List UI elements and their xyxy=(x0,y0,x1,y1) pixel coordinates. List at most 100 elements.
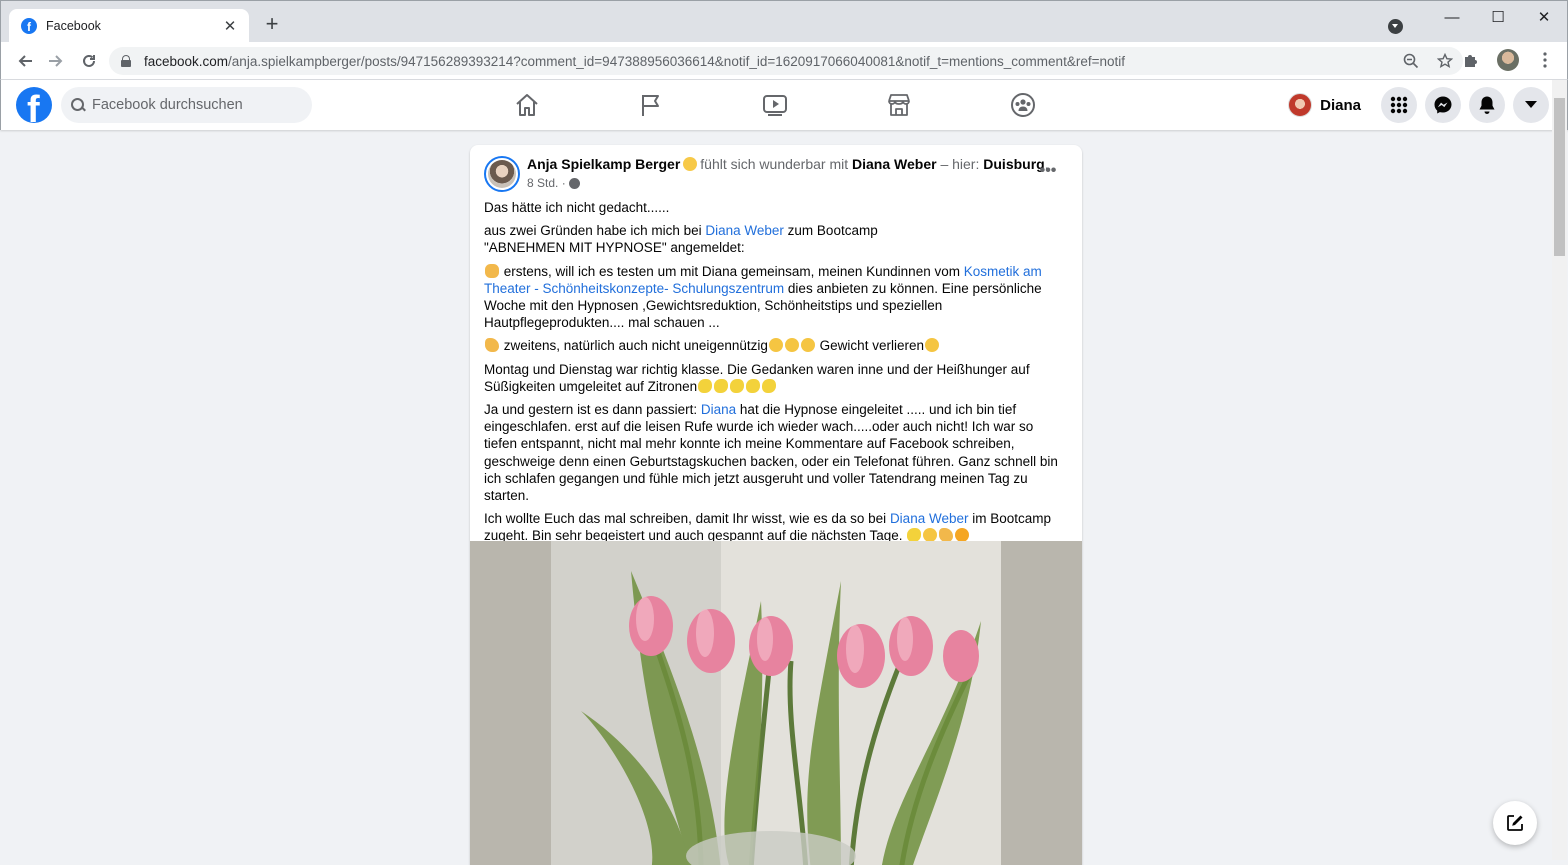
nav-pages[interactable] xyxy=(589,80,713,130)
post-text: Das hätte ich nicht gedacht...... aus zw… xyxy=(484,199,1068,551)
tab-search-icon[interactable] xyxy=(1388,19,1403,34)
author-avatar[interactable] xyxy=(484,156,520,192)
location-prefix: – hier: xyxy=(940,156,979,172)
forward-button[interactable] xyxy=(44,49,68,73)
profile-button[interactable]: Diana xyxy=(1284,87,1373,123)
nav-marketplace[interactable] xyxy=(837,80,961,130)
zoom-out-icon[interactable] xyxy=(1403,53,1419,69)
home-icon xyxy=(514,92,540,118)
lemon-icon xyxy=(714,379,728,393)
post-meta: 8 Std. · xyxy=(527,176,580,190)
facebook-header: f Facebook durchsuchen Diana xyxy=(0,80,1568,130)
nav-watch[interactable] xyxy=(713,80,837,130)
tab-title: Facebook xyxy=(46,19,221,33)
tagged-person[interactable]: Diana Weber xyxy=(852,156,937,172)
pages-flag-icon xyxy=(638,92,664,118)
arrow-right-icon xyxy=(48,53,64,69)
reload-icon xyxy=(81,53,97,69)
paragraph-3: erstens, will ich es testen um mit Diana… xyxy=(484,263,1068,332)
url-host: facebook.com xyxy=(144,54,228,69)
globe-public-icon xyxy=(569,178,580,189)
profile-name: Diana xyxy=(1320,97,1361,114)
new-tab-button[interactable]: + xyxy=(261,14,283,36)
facebook-logo-letter: f xyxy=(27,90,40,123)
extensions-puzzle-icon[interactable] xyxy=(1459,48,1483,72)
mention-link[interactable]: Diana Weber xyxy=(705,223,784,238)
new-message-button[interactable] xyxy=(1493,801,1537,845)
groups-icon xyxy=(1010,92,1036,118)
rofl-emoji-icon xyxy=(769,338,783,352)
lemon-icon xyxy=(746,379,760,393)
main-navigation xyxy=(465,80,1085,130)
page-scrollbar[interactable] xyxy=(1552,80,1567,860)
browser-menu-icon[interactable] xyxy=(1533,48,1557,72)
search-icon xyxy=(71,98,85,112)
star-bookmark-icon[interactable] xyxy=(1437,53,1453,69)
author-name[interactable]: Anja Spielkamp Berger xyxy=(527,156,680,172)
grid-menu-icon xyxy=(1390,96,1408,114)
browser-tab-bar: f Facebook ✕ + — ☐ ✕ xyxy=(0,0,1568,42)
menu-button[interactable] xyxy=(1381,87,1417,123)
lemon-icon xyxy=(730,379,744,393)
browser-extensions xyxy=(1459,48,1557,72)
lock-icon[interactable] xyxy=(121,55,131,67)
watch-video-icon xyxy=(762,92,788,118)
lemon-icon xyxy=(698,379,712,393)
messenger-icon xyxy=(1433,95,1453,115)
arrow-left-icon xyxy=(17,53,33,69)
back-button[interactable] xyxy=(13,49,37,73)
nav-groups[interactable] xyxy=(961,80,1085,130)
tulips-photo-image xyxy=(551,541,1001,865)
url-text: facebook.com/anja.spielkampberger/posts/… xyxy=(144,54,1125,69)
post-options-button[interactable]: ••• xyxy=(1036,164,1060,184)
marketplace-icon xyxy=(886,92,912,118)
post-card: Anja Spielkamp Berger fühlt sich wunderba… xyxy=(470,145,1082,865)
close-window-button[interactable]: ✕ xyxy=(1521,2,1567,32)
maximize-button[interactable]: ☐ xyxy=(1475,2,1521,32)
avatar xyxy=(1288,93,1312,117)
facebook-logo-icon[interactable]: f xyxy=(16,87,52,123)
paragraph-7: Ich wollte Euch das mal schreiben, damit… xyxy=(484,510,1068,544)
scrollbar-thumb[interactable] xyxy=(1554,98,1565,256)
account-dropdown-button[interactable] xyxy=(1513,87,1549,123)
thumbs-up-icon xyxy=(485,264,499,278)
post-photo[interactable] xyxy=(470,541,1082,865)
search-input[interactable]: Facebook durchsuchen xyxy=(61,87,312,123)
paragraph-1: Das hätte ich nicht gedacht...... xyxy=(484,199,1068,216)
rofl-emoji-icon xyxy=(801,338,815,352)
compose-edit-icon xyxy=(1505,813,1525,833)
paragraph-2: aus zwei Gründen habe ich mich bei Diana… xyxy=(484,222,1068,256)
caret-down-icon xyxy=(1524,100,1538,110)
paragraph-4: zweitens, natürlich auch nicht uneigennü… xyxy=(484,337,1068,354)
meta-separator: · xyxy=(562,176,566,190)
post-header-text: Anja Spielkamp Berger fühlt sich wunderba… xyxy=(527,156,1049,173)
tongue-wink-emoji-icon xyxy=(925,338,939,352)
header-right-actions: Diana xyxy=(1284,87,1549,123)
mention-link[interactable]: Diana xyxy=(701,402,736,417)
lemon-icon xyxy=(762,379,776,393)
search-placeholder: Facebook durchsuchen xyxy=(92,97,243,113)
post-header: Anja Spielkamp Berger fühlt sich wunderba… xyxy=(484,156,1068,192)
facebook-favicon-icon: f xyxy=(21,18,37,34)
rofl-emoji-icon xyxy=(785,338,799,352)
window-controls: — ☐ ✕ xyxy=(1388,1,1567,33)
nav-home[interactable] xyxy=(465,80,589,130)
reload-button[interactable] xyxy=(77,49,101,73)
post-time[interactable]: 8 Std. xyxy=(527,176,558,190)
paragraph-5: Montag und Dienstag war richtig klasse. … xyxy=(484,361,1068,395)
mention-link[interactable]: Diana Weber xyxy=(890,511,969,526)
tab-close-button[interactable]: ✕ xyxy=(221,17,239,35)
minimize-button[interactable]: — xyxy=(1429,2,1475,32)
url-path: /anja.spielkampberger/posts/947156289393… xyxy=(228,54,1125,69)
paragraph-6: Ja und gestern ist es dann passiert: Dia… xyxy=(484,401,1068,504)
feeling-text: fühlt sich wunderbar mit xyxy=(700,156,848,172)
omnibox-actions xyxy=(1403,47,1453,75)
notifications-button[interactable] xyxy=(1469,87,1505,123)
url-omnibox[interactable]: facebook.com/anja.spielkampberger/posts/… xyxy=(109,47,1463,75)
tab-facebook[interactable]: f Facebook ✕ xyxy=(9,9,249,43)
address-bar-row: facebook.com/anja.spielkampberger/posts/… xyxy=(0,42,1568,80)
browser-profile-avatar[interactable] xyxy=(1497,49,1519,71)
messenger-button[interactable] xyxy=(1425,87,1461,123)
smiling-face-icon xyxy=(683,157,697,171)
flexed-biceps-icon xyxy=(485,338,499,352)
